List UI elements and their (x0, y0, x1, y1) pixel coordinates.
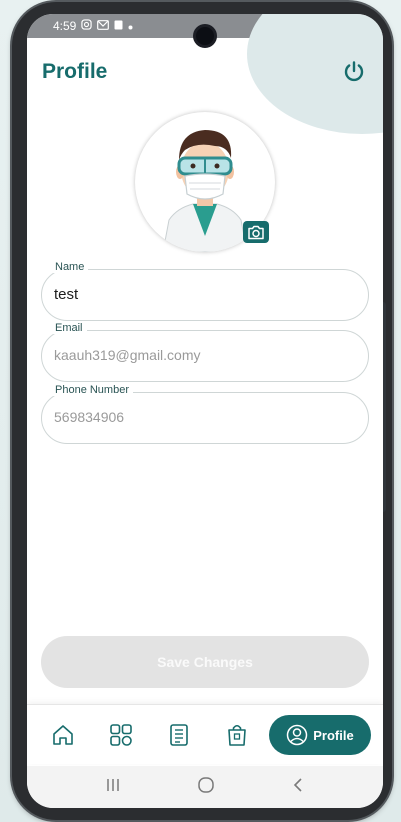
nav-home[interactable] (41, 705, 85, 765)
name-label: Name (51, 261, 89, 273)
recent-apps-icon[interactable] (105, 777, 121, 798)
nav-orders[interactable] (157, 705, 201, 765)
save-changes-button[interactable]: Save Changes (41, 636, 369, 688)
power-icon (344, 61, 364, 82)
header: Profile (27, 52, 383, 92)
status-time: 4:59 (53, 19, 77, 33)
email-field[interactable]: Email kaauh319@gmail.comy (41, 322, 369, 382)
email-label: Email (51, 322, 87, 334)
system-navigation-bar (27, 766, 383, 808)
front-camera (193, 24, 217, 48)
nav-categories[interactable] (99, 705, 143, 765)
phone-label: Phone Number (51, 384, 133, 396)
mail-notification-icon (97, 19, 110, 33)
email-input-value[interactable]: kaauh319@gmail.comy (54, 347, 201, 363)
dot-icon (128, 19, 133, 33)
nav-profile-label: Profile (313, 727, 354, 743)
name-field[interactable]: Name test (41, 261, 369, 321)
shopping-bag-icon (228, 724, 246, 746)
status-left: 4:59 (53, 19, 133, 33)
app-screen: 4:59 Profile Name test Email kaauh319@gm… (27, 14, 383, 808)
bottom-nav: Profile (27, 704, 383, 764)
instagram-notification-icon (81, 19, 93, 33)
grid-icon (110, 724, 132, 746)
clipboard-notification-icon (114, 19, 123, 33)
user-circle-icon (287, 724, 308, 746)
document-icon (170, 724, 188, 746)
home-icon (53, 725, 73, 745)
phone-field[interactable]: Phone Number 569834906 (41, 384, 369, 444)
back-icon[interactable] (291, 777, 305, 798)
camera-icon (248, 225, 264, 239)
name-input-value[interactable]: test (54, 286, 78, 303)
change-photo-button[interactable] (243, 221, 269, 243)
nav-profile[interactable]: Profile (269, 715, 371, 755)
nav-cart[interactable] (215, 705, 259, 765)
phone-input-value[interactable]: 569834906 (54, 409, 124, 425)
logout-button[interactable] (341, 59, 367, 85)
page-title: Profile (42, 60, 108, 83)
home-circle-icon[interactable] (197, 776, 215, 799)
